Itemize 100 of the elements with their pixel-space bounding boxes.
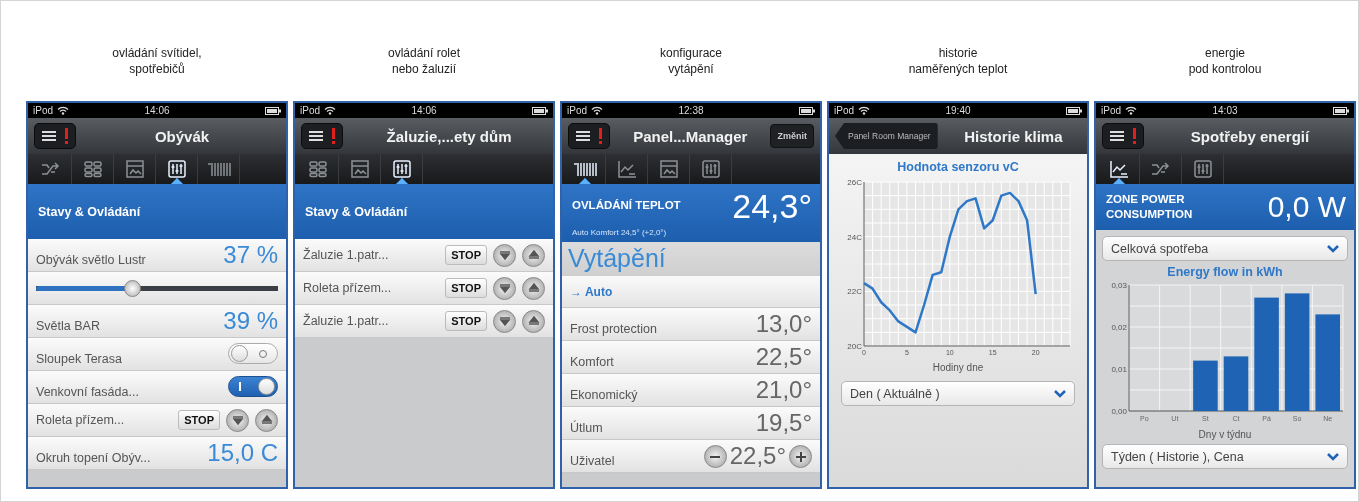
up-button[interactable] (522, 309, 545, 333)
down-arrow-icon (498, 316, 511, 326)
tick-label: 0,03 (1111, 281, 1127, 290)
stop-button[interactable]: STOP (445, 245, 487, 265)
status-time: 12:38 (678, 105, 704, 116)
row-label: Komfort (570, 355, 615, 369)
status-time: 14:06 (144, 105, 170, 116)
banner-label: ZONE POWER CONSUMPTION (1106, 191, 1194, 222)
plus-icon (794, 450, 807, 463)
toggle-switch[interactable] (228, 376, 278, 397)
slider-thumb[interactable] (123, 280, 141, 297)
window-icon (658, 160, 679, 178)
row-value: 22,5° (729, 444, 786, 468)
consumption-select[interactable]: Celková spotřeba (1102, 236, 1348, 261)
device-name: iPod (33, 105, 53, 116)
screen-caption: energie pod kontrolou (1187, 45, 1263, 78)
menu-button[interactable] (1102, 123, 1144, 149)
down-arrow-icon (498, 250, 511, 260)
alert-icon (1131, 127, 1137, 145)
stop-button[interactable]: STOP (445, 278, 487, 298)
chart-title: Hodnota senzoru vC (896, 160, 1020, 174)
status-time: 19:40 (945, 105, 971, 116)
down-button[interactable] (493, 276, 516, 300)
down-button[interactable] (493, 243, 516, 267)
row-value: 21,0° (755, 378, 812, 402)
minus-button[interactable] (703, 445, 727, 468)
battery-icon (265, 106, 281, 115)
alert-icon (63, 127, 69, 145)
toggle-switch[interactable] (228, 343, 278, 364)
row-label: Žaluzie 1.patr... (303, 314, 390, 328)
sliders-icon (700, 160, 721, 178)
back-button[interactable]: Panel Room Manager (835, 123, 938, 149)
menu-button[interactable] (34, 123, 76, 149)
down-button[interactable] (226, 408, 249, 432)
wifi-icon (858, 106, 870, 115)
menu-icon (1109, 130, 1126, 142)
battery-icon (532, 106, 548, 115)
up-arrow-icon (527, 283, 540, 293)
sliders-icon (391, 160, 412, 178)
row-label: Venkovní fasáda... (36, 385, 140, 399)
status-time: 14:06 (411, 105, 437, 116)
stop-button[interactable]: STOP (178, 410, 220, 430)
sliders-icon (166, 160, 187, 178)
down-button[interactable] (493, 309, 516, 333)
plus-button[interactable] (789, 445, 812, 468)
row-label: Světla BAR (36, 319, 101, 333)
up-button[interactable] (255, 408, 278, 432)
bar (1223, 356, 1249, 411)
chevron-down-icon (1327, 244, 1339, 253)
change-button[interactable]: Změnit (770, 124, 814, 148)
tick-label: 0,00 (1111, 407, 1127, 416)
wifi-icon (324, 106, 336, 115)
device-name: iPod (300, 105, 320, 116)
battery-icon (1066, 106, 1082, 115)
device-name: iPod (834, 105, 854, 116)
row-value: 39 % (223, 309, 278, 333)
tick-label: 26C (847, 178, 862, 187)
menu-button[interactable] (301, 123, 343, 149)
screen-caption: ovládání svítidel, spotřebičů (111, 45, 203, 78)
alert-icon (330, 127, 336, 145)
mode-link[interactable]: → Auto (570, 284, 613, 299)
radiator-icon (205, 160, 232, 178)
battery-icon (1333, 106, 1349, 115)
up-button[interactable] (522, 276, 545, 300)
banner-value: 24,3° (732, 188, 812, 223)
row-label: Ekonomický (570, 388, 639, 402)
up-arrow-icon (527, 316, 540, 326)
row-label: Roleta přízem... (36, 413, 126, 427)
window-icon (124, 160, 145, 178)
axis-title: Dny v týdnu (1197, 429, 1253, 440)
row-label: Žaluzie 1.patr... (303, 248, 390, 262)
banner-subtitle: Auto Komfort 24,5° (+2,0°) (572, 227, 668, 237)
line-graph-icon (1108, 160, 1129, 178)
sliders-icon (1192, 160, 1213, 178)
row-label: Frost protection (570, 322, 658, 336)
row-label: Okruh topení Obýv... (36, 451, 152, 465)
period-select[interactable]: Den ( Aktuálně ) (841, 381, 1075, 406)
menu-icon (308, 130, 325, 142)
device-name: iPod (567, 105, 587, 116)
screen-title: Žaluzie,...ety dům (385, 127, 513, 145)
up-button[interactable] (522, 243, 545, 267)
line-graph-icon (616, 160, 637, 178)
banner-label: OVLÁDÁNÍ TEPLOT (572, 198, 682, 213)
stop-button[interactable]: STOP (445, 311, 487, 331)
bar (1193, 360, 1218, 411)
screen-title: Obývák (153, 127, 211, 145)
section-header: Stavy & Ovládání (28, 184, 286, 239)
alert-icon (597, 127, 603, 145)
down-arrow-icon (498, 283, 511, 293)
screen-title: Spotřeby energií (1189, 127, 1311, 145)
period-select[interactable]: Týden ( Historie ), Cena (1102, 444, 1348, 469)
row-value: 19,5° (755, 411, 812, 435)
row-label: Sloupek Terasa (36, 352, 123, 366)
menu-button[interactable] (568, 123, 610, 149)
chart-title: Energy flow in kWh (1166, 265, 1284, 279)
axis-title: Hodiny dne (931, 362, 985, 373)
row-label: Roleta přízem... (303, 281, 393, 295)
route-arrows-icon (1150, 160, 1171, 178)
row-label: Obývák světlo Lustr (36, 253, 147, 267)
chevron-down-icon (1327, 452, 1339, 461)
